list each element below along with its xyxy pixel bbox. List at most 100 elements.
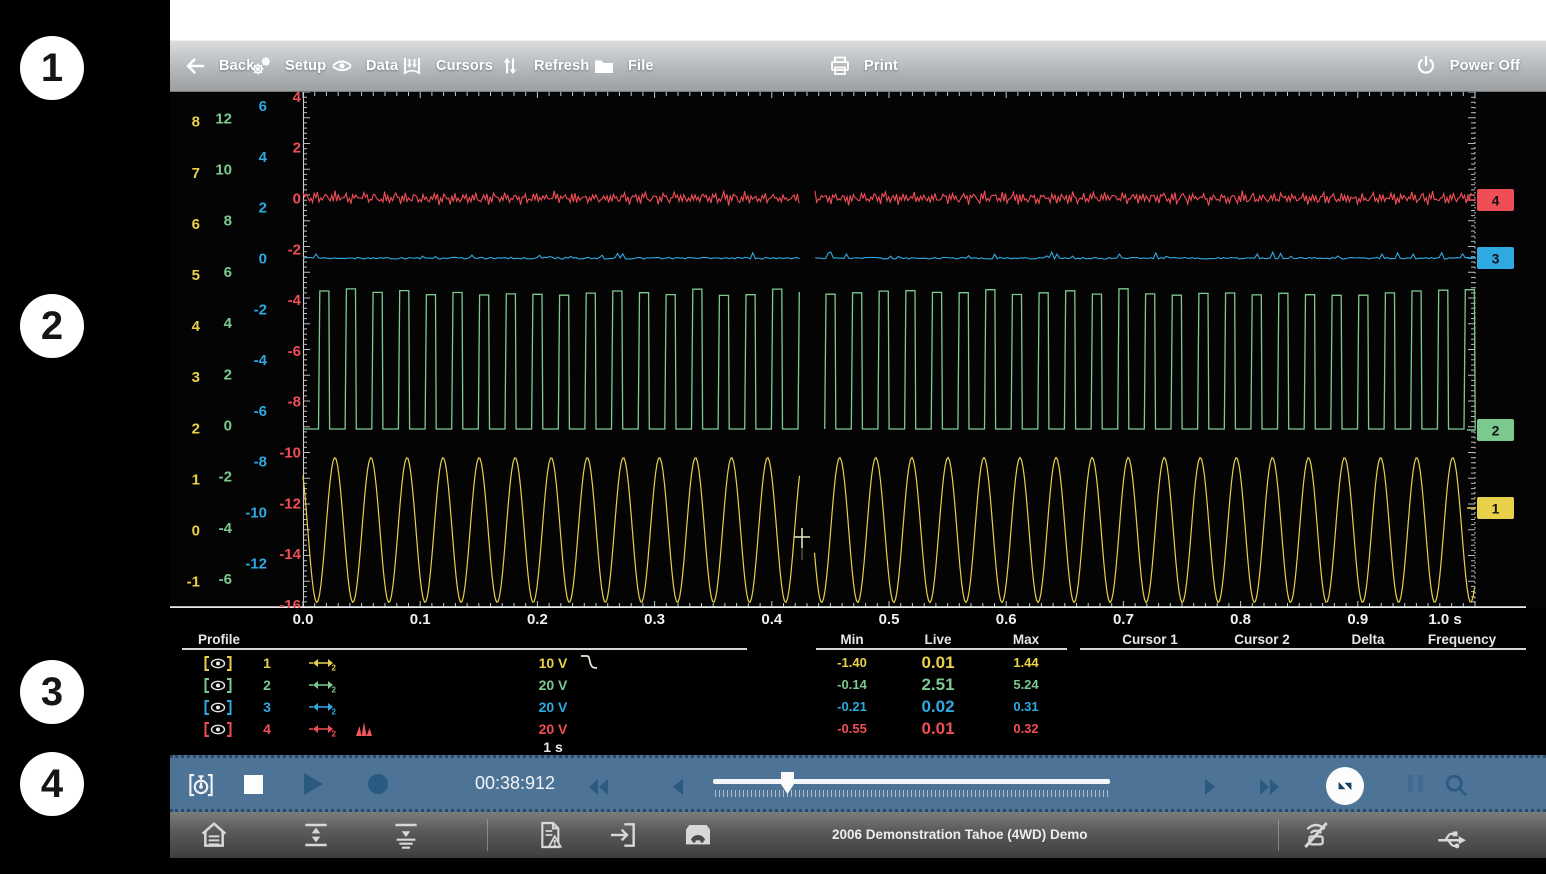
- step-forward-button[interactable]: [1198, 775, 1222, 799]
- time-axis: 0.00.10.20.30.40.50.60.70.80.91.0 s: [170, 608, 1546, 632]
- time-axis-label-0.6: 0.6: [971, 611, 1041, 628]
- svg-text:2: 2: [332, 664, 337, 672]
- home-button[interactable]: [198, 819, 230, 851]
- scope-module-disconnected-icon[interactable]: [1300, 819, 1332, 851]
- channel-1-probe-icon[interactable]: 2: [307, 652, 339, 674]
- toolbar-setup-button[interactable]: Setup: [249, 41, 326, 91]
- loop-icon: [1334, 775, 1356, 797]
- power-off-button[interactable]: Power Off: [1414, 41, 1520, 91]
- vehicle-report-button[interactable]: [535, 819, 567, 851]
- svg-text:-8: -8: [254, 454, 267, 471]
- toolbar-file-button[interactable]: File: [592, 41, 654, 91]
- svg-text:4: 4: [293, 92, 302, 106]
- toolbar-refresh-button[interactable]: Refresh: [498, 41, 589, 91]
- svg-text:4: 4: [224, 315, 233, 332]
- toolbar-refresh-label: Refresh: [534, 58, 589, 74]
- vehicle-records-button[interactable]: [682, 819, 714, 851]
- channel-2-live: 2.51: [893, 674, 983, 696]
- zoom-icon[interactable]: [1442, 771, 1470, 799]
- svg-text:1: 1: [1492, 501, 1500, 517]
- column-header-cursor-2: Cursor 2: [1207, 632, 1317, 648]
- svg-text:0: 0: [259, 251, 267, 268]
- toolbar-print-button[interactable]: Print: [828, 41, 898, 91]
- svg-text:-6: -6: [254, 403, 267, 420]
- channel-4-visibility-eye[interactable]: [202, 718, 234, 740]
- svg-text:4: 4: [259, 149, 268, 166]
- channel-1-min: -1.40: [812, 652, 892, 674]
- svg-text:-4: -4: [288, 292, 302, 309]
- svg-text:-16: -16: [279, 597, 301, 608]
- channel-2-visibility-eye[interactable]: [202, 674, 234, 696]
- divider: [487, 819, 488, 851]
- callout-1: 1: [20, 36, 84, 100]
- record-button[interactable]: [368, 774, 388, 794]
- svg-text:2: 2: [224, 366, 232, 383]
- svg-text:0: 0: [293, 191, 301, 208]
- exit-vehicle-button[interactable]: [607, 819, 639, 851]
- usb-connection-icon[interactable]: [1434, 819, 1468, 853]
- callout-4: 4: [20, 752, 84, 816]
- channel-3-probe-icon[interactable]: 2: [307, 696, 339, 718]
- svg-text:8: 8: [192, 114, 200, 131]
- svg-text:-2: -2: [254, 301, 267, 318]
- svg-text:-10: -10: [279, 445, 301, 462]
- divider: [1278, 819, 1279, 851]
- svg-text:-10: -10: [245, 505, 267, 522]
- channel-profile-table: ProfileMinLiveMaxCursor 1Cursor 2DeltaFr…: [170, 632, 1546, 755]
- channel-2-number: 2: [252, 674, 282, 696]
- fast-forward-button[interactable]: [1258, 775, 1282, 799]
- loop-review-button[interactable]: [1326, 767, 1364, 805]
- power-icon: [1414, 54, 1438, 78]
- svg-text:-8: -8: [288, 394, 301, 411]
- expand-view-button[interactable]: [300, 819, 332, 851]
- svg-text:4: 4: [1492, 193, 1500, 209]
- channel-3-scale[interactable]: 20 V: [513, 696, 593, 718]
- channel-3-live: 0.02: [893, 696, 983, 718]
- channel-2-probe-icon[interactable]: 2: [307, 674, 339, 696]
- svg-text:12: 12: [215, 110, 232, 127]
- slider-track[interactable]: [713, 779, 1110, 784]
- svg-text:2: 2: [192, 420, 200, 437]
- collapse-view-button[interactable]: [390, 819, 422, 851]
- cursors-icon: [400, 54, 424, 78]
- toolbar-data-button[interactable]: Data: [330, 41, 398, 91]
- top-margin: [170, 0, 1546, 40]
- svg-text:0: 0: [224, 418, 232, 435]
- time-axis-label-0.5: 0.5: [854, 611, 924, 628]
- channel-3-visibility-eye[interactable]: [202, 696, 234, 718]
- column-header-live: Live: [898, 632, 978, 648]
- channel-2-scale[interactable]: 20 V: [513, 674, 593, 696]
- play-button[interactable]: [304, 773, 323, 795]
- capture-timer-icon[interactable]: [186, 770, 216, 800]
- step-back-button[interactable]: [666, 775, 690, 799]
- pause-button[interactable]: [1408, 775, 1423, 792]
- channel-3-min: -0.21: [812, 696, 892, 718]
- toolbar-back-button[interactable]: Back: [183, 41, 254, 91]
- rewind-button[interactable]: [586, 775, 610, 799]
- svg-text:-2: -2: [288, 241, 301, 258]
- printer-icon: [828, 54, 852, 78]
- eye-icon: [330, 54, 354, 78]
- channel-3-number: 3: [252, 696, 282, 718]
- channel-1-live: 0.01: [893, 652, 983, 674]
- svg-text:3: 3: [1492, 251, 1500, 267]
- toolbar-cursors-button[interactable]: Cursors: [400, 41, 493, 91]
- svg-text:-4: -4: [219, 520, 233, 537]
- stop-button[interactable]: [244, 775, 263, 794]
- ignition-pattern-icon[interactable]: [353, 718, 377, 740]
- plot-background: [170, 92, 1546, 608]
- svg-text:2: 2: [293, 140, 301, 157]
- channel-4-probe-icon[interactable]: 2: [307, 718, 339, 740]
- channel-1-max: 1.44: [986, 652, 1066, 674]
- svg-text:-12: -12: [279, 495, 301, 512]
- time-axis-label-0.8: 0.8: [1206, 611, 1276, 628]
- trigger-slope-icon[interactable]: [577, 652, 603, 674]
- channel-1-visibility-eye[interactable]: [202, 652, 234, 674]
- channel-4-live: 0.01: [893, 718, 983, 740]
- slider-ticks: [715, 790, 1108, 797]
- playback-slider[interactable]: [713, 777, 1110, 799]
- folder-icon: [592, 54, 616, 78]
- svg-text:4: 4: [192, 318, 201, 335]
- time-axis-label-0.3: 0.3: [620, 611, 690, 628]
- left-axis-ticks: [303, 92, 310, 607]
